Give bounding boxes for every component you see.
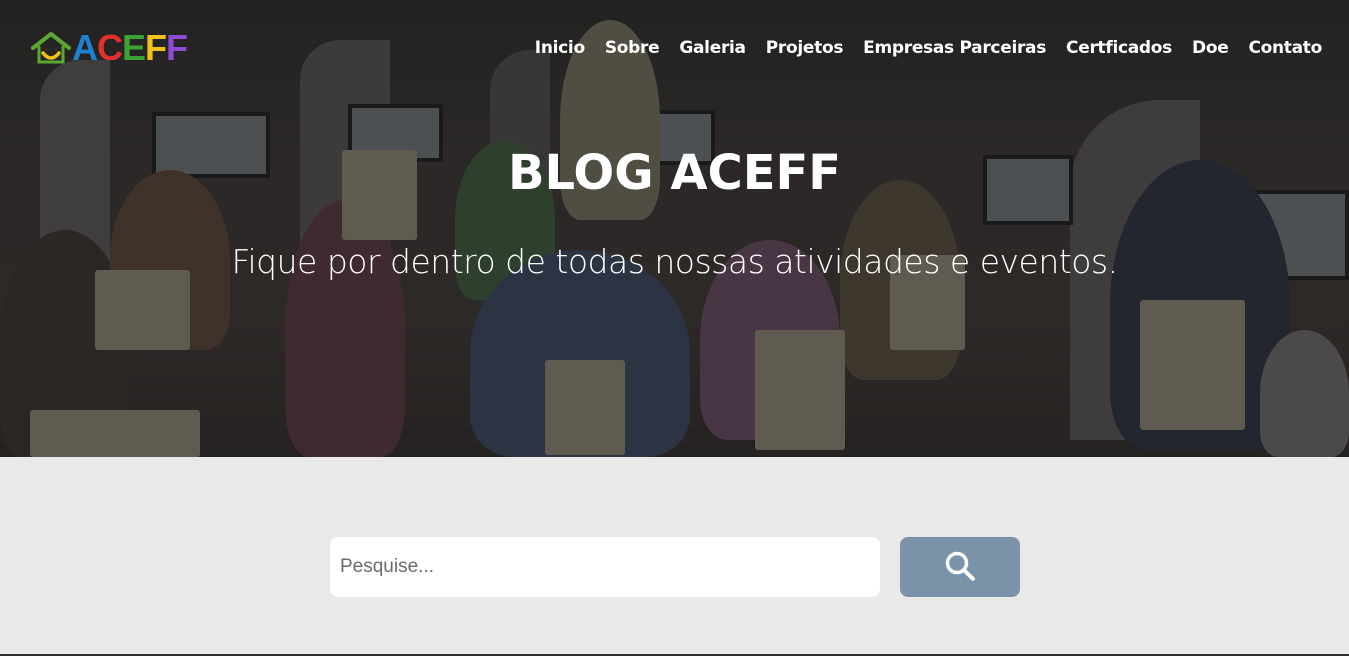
house-logo-icon <box>30 30 72 66</box>
logo-wordmark: ACEFF <box>72 26 188 68</box>
nav-link-contato[interactable]: Contato <box>1248 38 1322 58</box>
search-bar <box>330 537 1020 597</box>
search-icon <box>944 550 976 585</box>
nav-link-sobre[interactable]: Sobre <box>605 38 660 58</box>
nav-link-certficados[interactable]: Certficados <box>1066 38 1172 58</box>
logo-letter: C <box>97 26 123 68</box>
page-title: BLOG ACEFF <box>507 145 842 201</box>
page-subtitle: Fique por dentro de todas nossas ativida… <box>231 242 1118 281</box>
search-input[interactable] <box>330 537 880 597</box>
nav-link-doe[interactable]: Doe <box>1192 38 1229 58</box>
logo-letter: F <box>166 26 188 68</box>
site-logo[interactable]: ACEFF <box>30 26 188 68</box>
nav-link-inicio[interactable]: Inicio <box>535 38 585 58</box>
top-navbar: ACEFF Inicio Sobre Galeria Projetos Empr… <box>0 0 1349 95</box>
nav-link-projetos[interactable]: Projetos <box>766 38 844 58</box>
logo-letter: A <box>72 26 98 68</box>
logo-letter: E <box>122 26 146 68</box>
hero-banner: ACEFF Inicio Sobre Galeria Projetos Empr… <box>0 0 1349 457</box>
logo-letter: F <box>145 26 167 68</box>
nav-link-galeria[interactable]: Galeria <box>679 38 746 58</box>
search-button[interactable] <box>900 537 1020 597</box>
nav-link-empresas-parceiras[interactable]: Empresas Parceiras <box>863 38 1046 58</box>
main-nav: Inicio Sobre Galeria Projetos Empresas P… <box>535 38 1323 58</box>
